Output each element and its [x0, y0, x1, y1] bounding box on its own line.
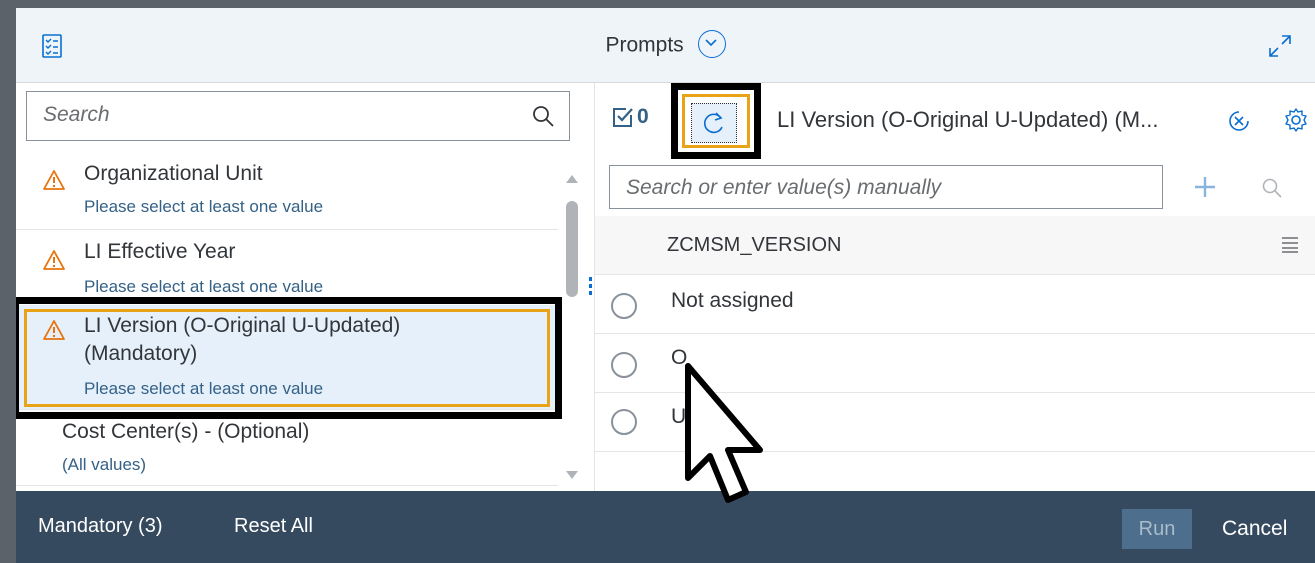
prompt-item-status: (All values): [62, 455, 147, 474]
scroll-down-icon[interactable]: [565, 467, 579, 485]
prompt-item-status: Please select at least one value: [84, 277, 324, 296]
highlight-frame-selected-item: [16, 297, 562, 419]
splitter-grip[interactable]: [589, 277, 593, 298]
chevron-down-circle-icon[interactable]: [697, 30, 726, 58]
selected-values-checkbox-icon[interactable]: [611, 105, 635, 134]
prompt-search-field[interactable]: [26, 91, 570, 141]
column-header-version: ZCMSM_VERSION: [667, 234, 842, 256]
value-radio[interactable]: [611, 409, 637, 435]
list-menu-icon[interactable]: [1281, 236, 1299, 259]
value-label: Not assigned: [671, 289, 794, 312]
prompt-item-status: Please select at least one value: [84, 197, 324, 216]
cancel-button[interactable]: Cancel: [1216, 509, 1306, 549]
search-icon[interactable]: [1261, 177, 1283, 204]
prompt-item-li-effective-year[interactable]: LI Effective Year Please select at least…: [16, 229, 558, 306]
prompt-list-panel: Organizational Unit Please select at lea…: [16, 83, 594, 491]
scrollbar-thumb[interactable]: [566, 201, 578, 297]
clear-selection-icon[interactable]: [1227, 109, 1251, 138]
warning-icon: [42, 169, 66, 196]
dialog-title: Prompts: [605, 33, 684, 57]
fullscreen-icon[interactable]: [1268, 34, 1292, 63]
value-radio[interactable]: [611, 352, 637, 378]
prompt-detail-title: LI Version (O-Original U-Updated) (M...: [777, 107, 1159, 132]
mandatory-filter-link[interactable]: Mandatory (3): [38, 515, 163, 538]
highlight-frame-refresh: [671, 83, 761, 159]
prompt-item-title: Cost Center(s) - (Optional): [62, 420, 310, 443]
dialog-header: Prompts: [16, 8, 1315, 83]
warning-icon: [42, 249, 66, 276]
value-radio[interactable]: [611, 293, 637, 319]
prompt-item-organizational-unit[interactable]: Organizational Unit Please select at lea…: [16, 153, 558, 230]
settings-gear-icon[interactable]: [1283, 107, 1309, 138]
add-icon[interactable]: [1193, 175, 1217, 204]
mouse-pointer-icon: [666, 360, 776, 513]
value-search-input[interactable]: [624, 175, 1148, 201]
run-button[interactable]: Run: [1122, 509, 1192, 549]
prompt-search-input[interactable]: [41, 102, 505, 128]
selected-count: 0: [637, 105, 649, 128]
prompt-item-title: LI Effective Year: [84, 240, 236, 263]
prompt-item-title: Organizational Unit: [84, 162, 263, 185]
value-search-field[interactable]: [609, 165, 1163, 209]
search-icon[interactable]: [531, 104, 555, 133]
prompt-item-cost-center[interactable]: Cost Center(s) - (Optional) (All values): [16, 409, 558, 486]
values-table-header: ZCMSM_VERSION: [595, 216, 1315, 275]
dialog-title-wrap: Prompts: [16, 30, 1315, 60]
reset-all-link[interactable]: Reset All: [234, 515, 313, 538]
scroll-up-icon[interactable]: [565, 171, 579, 189]
value-row-not-assigned[interactable]: Not assigned: [595, 275, 1315, 334]
